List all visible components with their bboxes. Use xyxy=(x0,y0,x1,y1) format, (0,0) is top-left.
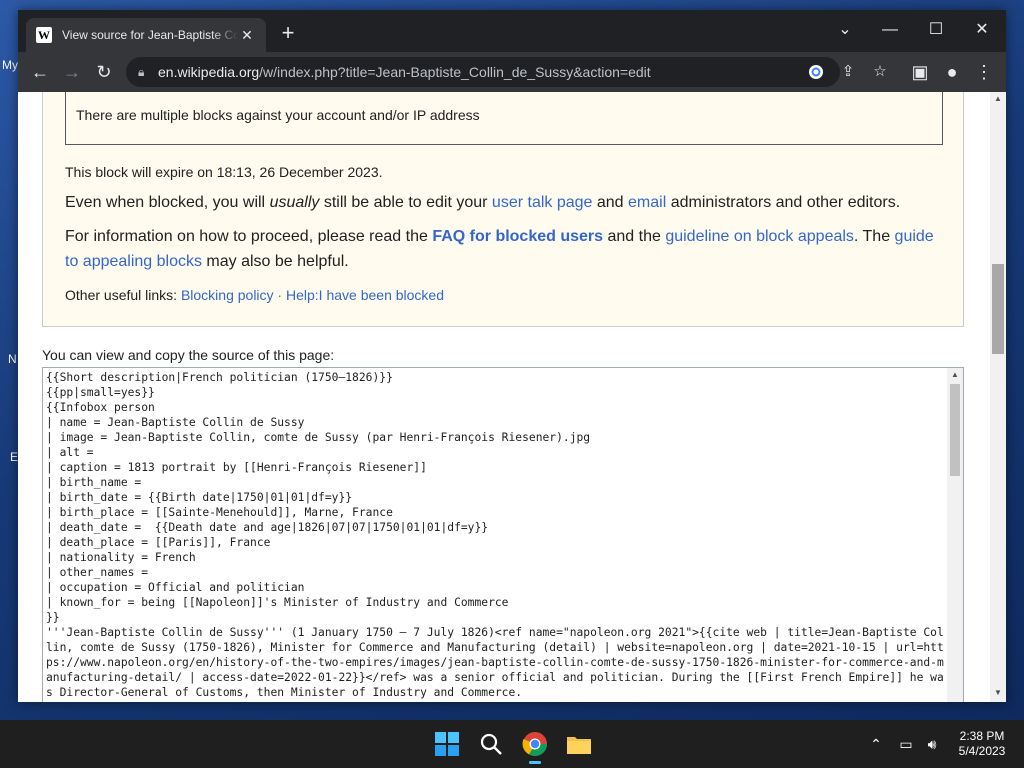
tab-search-button[interactable]: ⌄ xyxy=(825,16,865,44)
file-explorer-icon[interactable] xyxy=(565,730,593,758)
other-useful-links: Other useful links: Blocking policy · He… xyxy=(65,287,444,303)
source-scroll-thumb[interactable] xyxy=(950,384,960,476)
chrome-taskbar-icon[interactable] xyxy=(521,730,549,764)
new-tab-button[interactable]: + xyxy=(276,22,300,46)
profile-icon[interactable]: ● xyxy=(940,60,964,84)
guide-appealing-blocks-link[interactable]: guide xyxy=(895,228,934,245)
multiple-blocks-box: There are multiple blocks against your a… xyxy=(65,92,943,145)
scroll-up-arrow-icon[interactable]: ▲ xyxy=(990,94,1006,103)
active-app-indicator xyxy=(529,761,541,764)
email-link[interactable]: email xyxy=(628,194,666,211)
address-bar[interactable]: 🔒︎ en.wikipedia.org/w/index.php?title=Je… xyxy=(126,57,887,87)
multiple-blocks-text: There are multiple blocks against your a… xyxy=(76,107,480,123)
block-notice: There are multiple blocks against your a… xyxy=(42,92,964,327)
how-to-proceed-paragraph-cont: to appealing blocks may also be helpful. xyxy=(65,253,349,270)
minimize-button[interactable]: — xyxy=(870,16,910,44)
lock-icon[interactable]: 🔒︎ xyxy=(138,65,152,80)
share-icon[interactable]: ⇪ xyxy=(836,60,860,84)
back-arrow-icon[interactable]: ← xyxy=(28,60,52,84)
browser-toolbar: ← → ↻ 🔒︎ en.wikipedia.org/w/index.php?ti… xyxy=(18,52,1006,92)
desktop-icon-label[interactable]: N xyxy=(8,352,17,366)
show-hidden-icons-chevron-icon[interactable]: ⌃ xyxy=(866,734,886,754)
user-talk-page-link[interactable]: user talk page xyxy=(492,194,593,211)
network-icon[interactable]: ▭ xyxy=(896,734,916,754)
tab-title: View source for Jean-Baptiste Collin de … xyxy=(62,28,238,42)
clock-time: 2:38 PM xyxy=(959,729,1005,743)
maximize-button[interactable]: ☐ xyxy=(916,16,956,44)
block-expiry-text: This block will expire on 18:13, 26 Dece… xyxy=(65,164,383,180)
volume-icon[interactable]: 🔊︎ xyxy=(922,734,942,754)
faq-blocked-users-link[interactable]: FAQ for blocked users xyxy=(432,228,603,245)
page-content: There are multiple blocks against your a… xyxy=(18,92,1006,702)
source-wikitext[interactable]: {{Short description|French politician (1… xyxy=(46,370,946,700)
desktop-icon-label[interactable]: E xyxy=(10,450,18,464)
source-textarea[interactable]: {{Short description|French politician (1… xyxy=(42,367,964,702)
google-lens-icon[interactable] xyxy=(804,60,828,84)
kebab-menu-icon[interactable]: ⋮ xyxy=(972,60,996,84)
guide-appealing-blocks-link[interactable]: to appealing blocks xyxy=(65,253,202,270)
blocking-policy-link[interactable]: Blocking policy xyxy=(181,287,274,303)
view-source-label: You can view and copy the source of this… xyxy=(42,347,335,363)
help-blocked-link[interactable]: Help:I have been blocked xyxy=(286,287,444,303)
wikipedia-favicon-icon: W xyxy=(36,27,52,43)
source-scrollbar[interactable]: ▲ xyxy=(947,368,963,702)
clock-date: 5/4/2023 xyxy=(958,744,1006,758)
start-windows-icon[interactable] xyxy=(433,730,461,758)
side-panel-icon[interactable]: ▣ xyxy=(908,60,932,84)
scroll-down-arrow-icon[interactable]: ▼ xyxy=(990,688,1006,697)
search-icon[interactable] xyxy=(477,730,505,758)
forward-arrow-icon[interactable]: → xyxy=(60,60,84,84)
tab-active[interactable]: W View source for Jean-Baptiste Collin d… xyxy=(26,18,266,52)
browser-window: W View source for Jean-Baptiste Collin d… xyxy=(18,10,1006,702)
bookmark-star-icon[interactable]: ☆ xyxy=(868,60,892,84)
how-to-proceed-paragraph: For information on how to proceed, pleas… xyxy=(65,228,934,245)
still-edit-paragraph: Even when blocked, you will usually stil… xyxy=(65,194,901,211)
scroll-up-arrow-icon[interactable]: ▲ xyxy=(947,370,963,379)
guideline-block-appeals-link[interactable]: guideline on block appeals xyxy=(665,228,854,245)
page-scroll-thumb[interactable] xyxy=(992,264,1004,354)
close-tab-icon[interactable]: ✕ xyxy=(238,27,256,44)
page-scrollbar[interactable]: ▲ ▼ xyxy=(990,92,1006,702)
tab-strip: W View source for Jean-Baptiste Collin d… xyxy=(18,10,1006,52)
close-window-button[interactable]: ✕ xyxy=(962,16,1002,44)
windows-taskbar: ⌃ ▭ 🔊︎ 2:38 PM 5/4/2023 xyxy=(0,720,1024,768)
desktop-icon-label[interactable]: My xyxy=(2,58,18,72)
reload-icon[interactable]: ↻ xyxy=(92,60,116,84)
url-text[interactable]: en.wikipedia.org/w/index.php?title=Jean-… xyxy=(158,64,651,80)
clock[interactable]: 2:38 PM 5/4/2023 xyxy=(954,729,1010,759)
